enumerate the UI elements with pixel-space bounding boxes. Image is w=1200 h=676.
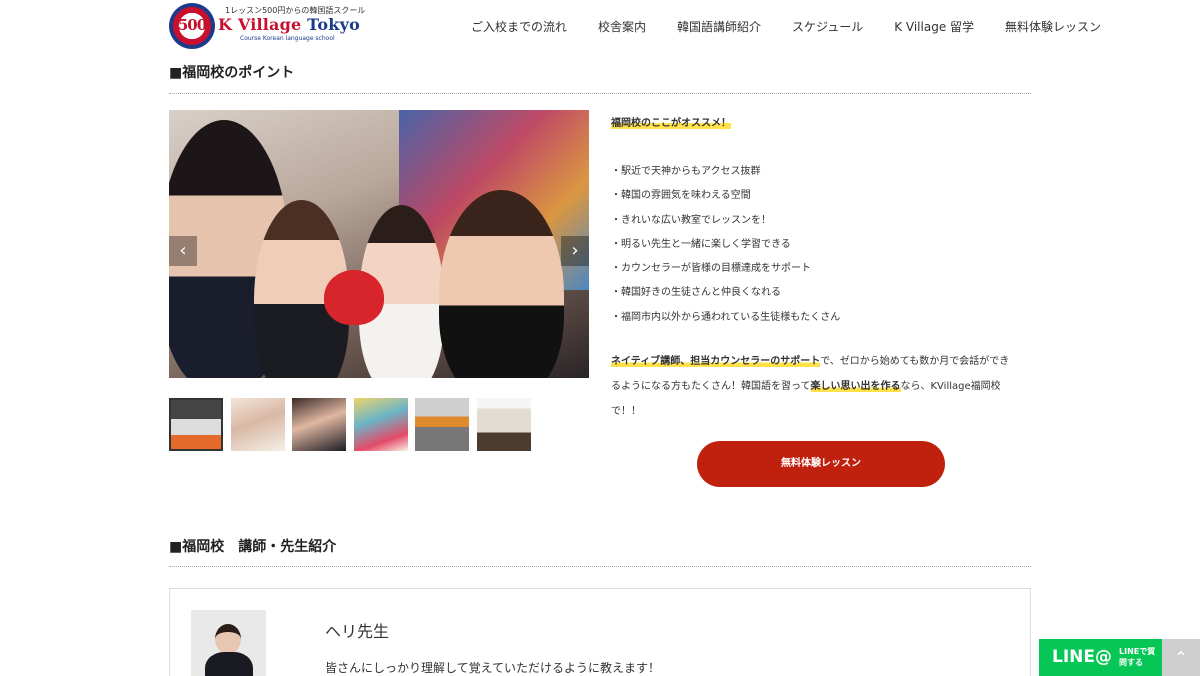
line-button-label: LINEで質問する	[1119, 647, 1156, 667]
point-item: ・きれいな広い教室でレッスンを！	[611, 215, 771, 226]
logo-title: K Village Tokyo	[218, 15, 360, 34]
chevron-up-icon: ⌃	[1174, 648, 1188, 667]
nav-teachers[interactable]: 韓国語講師紹介	[677, 18, 761, 35]
section-divider	[169, 93, 1031, 94]
point-item: ・カウンセラーが皆様の目標達成をサポート	[611, 263, 811, 274]
points-section-title: ■福岡校のポイント	[169, 65, 295, 81]
point-item: ・韓国好きの生徒さんと仲良くなれる	[611, 287, 781, 298]
slider-photo-plush-heart	[324, 270, 384, 325]
nav-school-info[interactable]: 校舎案内	[598, 18, 646, 35]
nav-study-abroad[interactable]: K Village 留学	[894, 18, 974, 35]
logo-subtitle: Course Korean language school	[240, 35, 335, 42]
teacher-card: ヘリ先生 皆さんにしっかり理解して覚えていただけるように教えます！	[169, 588, 1031, 676]
site-header: 500 1レッスン500円からの韓国語スクール K Village Tokyo …	[0, 0, 1200, 52]
nav-free-trial[interactable]: 無料体験レッスン	[1005, 18, 1101, 35]
teacher-description: 皆さんにしっかり理解して覚えていただけるように教えます！	[325, 661, 661, 675]
site-logo[interactable]: 500 1レッスン500円からの韓国語スクール K Village Tokyo …	[169, 3, 365, 49]
logo-title-part1: K Village	[218, 15, 308, 34]
teacher-name: ヘリ先生	[325, 622, 390, 641]
description-text: で、ゼロから始めても数か月で会話ができ	[820, 356, 1010, 367]
point-item: ・福岡市内以外から通われている生徒様もたくさん	[611, 312, 841, 323]
logo-title-part2: Tokyo	[307, 15, 360, 34]
description-text: るようになる方もたくさん！韓国語を習って	[611, 381, 811, 392]
teachers-section-title: ■福岡校 講師・先生紹介	[169, 539, 337, 555]
point-item: ・駅近で天神からもアクセス抜群	[611, 166, 761, 177]
slider-thumbnail[interactable]	[292, 398, 346, 451]
description-text: なら、KVillage福岡校	[900, 381, 1001, 392]
slider-prev-button[interactable]: ‹	[169, 236, 197, 266]
scroll-to-top-button[interactable]: ⌃	[1162, 639, 1200, 676]
slider-thumbnail[interactable]	[230, 398, 285, 451]
logo-badge-icon: 500	[169, 3, 215, 49]
teacher-photo-body	[205, 652, 253, 676]
recommend-heading: 福岡校のここがオススメ！	[611, 114, 731, 129]
description-line: るようになる方もたくさん！韓国語を習って楽しい思い出を作るなら、KVillage…	[611, 377, 1001, 392]
slider-thumbnail[interactable]	[415, 398, 469, 451]
section-divider	[169, 566, 1031, 567]
description-highlight: 楽しい思い出を作る	[810, 381, 901, 392]
description-line: で！！	[611, 402, 641, 417]
description-line: ネイティブ講師、担当カウンセラーのサポートで、ゼロから始めても数か月で会話ができ	[611, 352, 1009, 367]
point-item: ・明るい先生と一緒に楽しく学習できる	[611, 239, 791, 250]
free-trial-cta-button[interactable]: 無料体験レッスン	[697, 441, 945, 487]
slider-thumbnail[interactable]	[353, 398, 408, 451]
slider-thumbnail[interactable]	[476, 398, 531, 451]
slider-thumbnails	[169, 398, 538, 451]
slider-thumbnail[interactable]	[169, 398, 223, 451]
main-nav: ご入校までの流れ 校舎案内 韓国語講師紹介 スケジュール K Village 留…	[471, 18, 1101, 35]
slider-next-button[interactable]: ›	[561, 236, 589, 266]
teacher-photo-face	[215, 624, 241, 654]
line-logo: LINE@	[1052, 647, 1112, 667]
nav-schedule[interactable]: スケジュール	[792, 18, 863, 35]
description-highlight: ネイティブ講師、担当カウンセラーのサポート	[611, 356, 821, 367]
nav-admission-flow[interactable]: ご入校までの流れ	[471, 18, 567, 35]
teacher-photo	[191, 610, 266, 676]
point-item: ・韓国の雰囲気を味わえる空間	[611, 190, 751, 201]
photo-slider[interactable]: ‹ ›	[169, 110, 589, 378]
line-contact-button[interactable]: LINE@ LINEで質問する	[1039, 639, 1162, 676]
description-text: で！！	[611, 406, 641, 417]
logo-badge-number: 500	[177, 16, 207, 34]
